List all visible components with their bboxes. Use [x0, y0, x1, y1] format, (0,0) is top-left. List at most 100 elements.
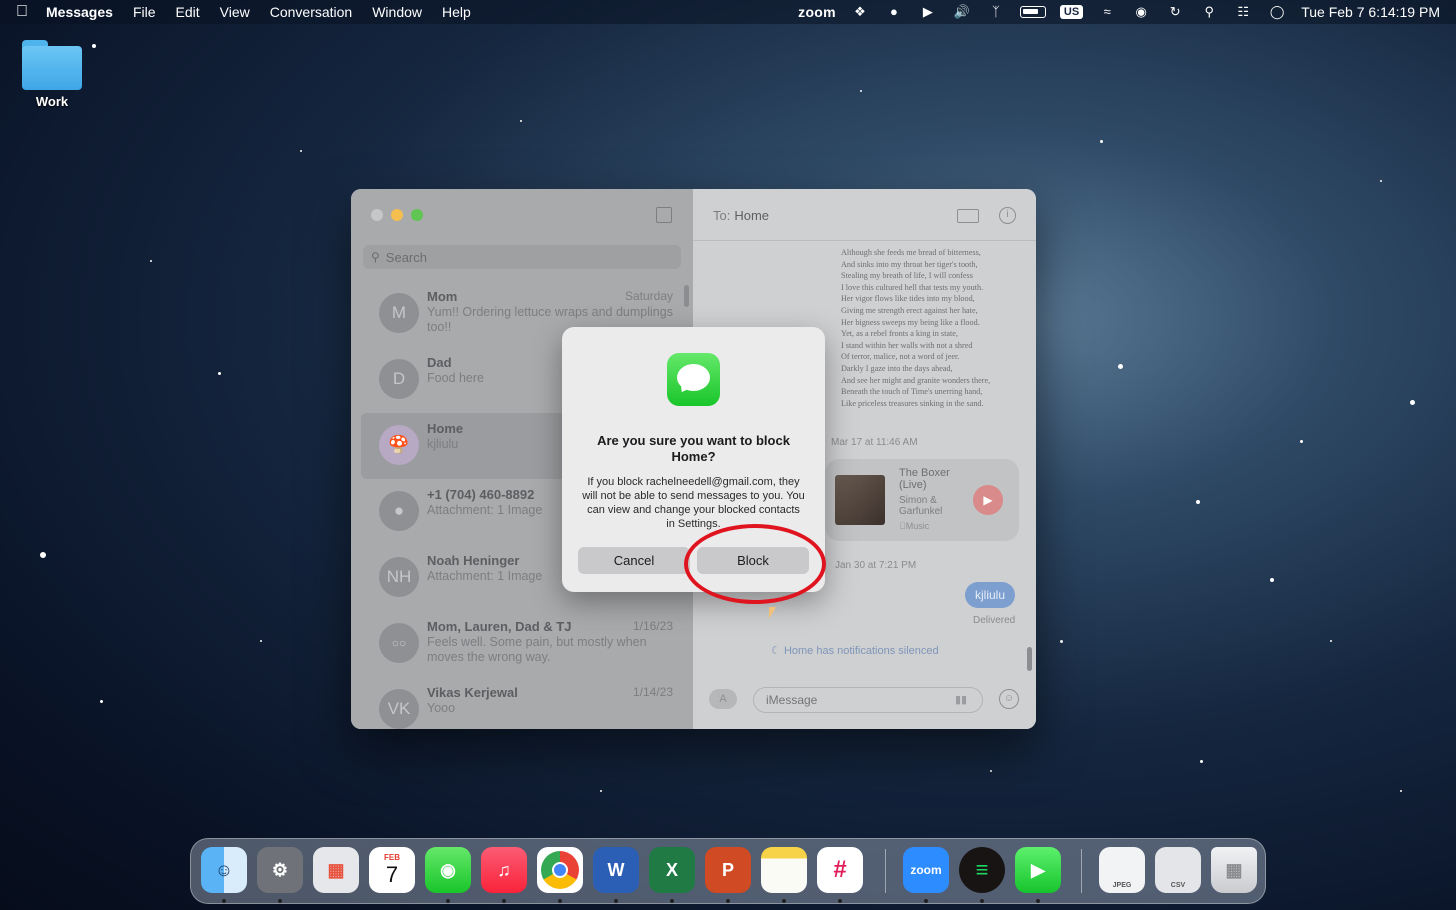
zoom-button[interactable]: [411, 209, 423, 221]
song-title: The Boxer (Live): [899, 467, 950, 491]
bluetooth-icon[interactable]: ᛉ: [986, 4, 1006, 20]
powerpoint-icon[interactable]: P: [705, 847, 751, 893]
input-source-badge[interactable]: US: [1059, 5, 1084, 19]
mouse-cursor-icon: [769, 607, 776, 619]
message-preview: Feels well. Some pain, but mostly when m…: [427, 635, 647, 664]
info-icon[interactable]: i: [999, 207, 1016, 224]
delivered-status: Delivered: [973, 615, 1016, 626]
cancel-button[interactable]: Cancel: [578, 547, 690, 574]
zoom-status-item[interactable]: zoom: [798, 4, 836, 20]
menu-window[interactable]: Window: [362, 4, 432, 20]
calendar-month: FEB: [384, 852, 400, 862]
word-icon[interactable]: W: [593, 847, 639, 893]
dialog-title: Are you sure you want to block Home?: [597, 433, 790, 464]
chat-header: To: Home i: [693, 189, 1036, 241]
conversation-item[interactable]: ○○ Mom, Lauren, Dad & TJ Feels well. Som…: [351, 611, 693, 677]
conversation-item[interactable]: VK Vikas Kerjewal Yooo 1/14/23: [351, 677, 693, 729]
emoji-icon[interactable]: ☺: [999, 689, 1019, 709]
time-machine-icon[interactable]: ↻: [1165, 4, 1185, 20]
song-artist: Simon & Garfunkel: [899, 495, 943, 517]
desktop-folder-work[interactable]: Work: [16, 38, 88, 109]
message-preview: Yooo: [427, 701, 456, 715]
music-icon[interactable]: ♫: [481, 847, 527, 893]
folder-label: Work: [35, 94, 69, 109]
avatar: M: [379, 293, 419, 333]
play-circle-icon[interactable]: ▶: [918, 4, 938, 20]
folder-icon: [22, 38, 82, 90]
dialog-message: If you block rachelneedell@gmail.com, th…: [582, 476, 805, 530]
menu-edit[interactable]: Edit: [166, 4, 210, 20]
calendar-day: 7: [385, 861, 399, 887]
highlight-circle-annotation: [684, 524, 826, 604]
chat-scrollbar[interactable]: [1027, 647, 1032, 671]
album-art: [835, 475, 885, 525]
conversation-time: 1/16/23: [632, 619, 673, 633]
wifi-icon[interactable]: ≈: [1097, 4, 1117, 20]
search-field[interactable]: ⚲ Search: [363, 245, 681, 269]
avatar: NH: [379, 557, 419, 597]
dropbox-icon[interactable]: ❖: [850, 4, 870, 20]
music-source: Music: [899, 521, 929, 531]
menu-clock[interactable]: Tue Feb 7 6:14:19 PM: [1301, 4, 1440, 20]
jpeg-file-icon[interactable]: JPEG: [1099, 847, 1145, 893]
moon-icon: ☾: [771, 645, 781, 657]
search-icon: ⚲: [371, 250, 380, 264]
battery-icon[interactable]: [1019, 6, 1046, 18]
menu-bar:  Messages File Edit View Conversation W…: [0, 0, 1456, 24]
menu-app-name[interactable]: Messages: [44, 4, 123, 20]
facetime-icon[interactable]: ▶: [1015, 847, 1061, 893]
csv-file-icon[interactable]: CSV: [1155, 847, 1201, 893]
avatar: D: [379, 359, 419, 399]
recipient-name: Home: [734, 208, 770, 223]
siri-icon[interactable]: ◯: [1267, 4, 1287, 20]
menu-conversation[interactable]: Conversation: [260, 4, 363, 20]
finder-icon[interactable]: ☺: [201, 847, 247, 893]
compose-icon[interactable]: [656, 207, 672, 223]
dock: ☺ ⚙ ▦ FEB 7 ◉ ♫ W X P # zoom ≡ ▶ JPEG CS…: [190, 838, 1266, 904]
system-settings-icon[interactable]: ⚙: [257, 847, 303, 893]
messages-dock-icon[interactable]: ◉: [425, 847, 471, 893]
slack-icon[interactable]: #: [817, 847, 863, 893]
video-call-icon[interactable]: [957, 209, 979, 223]
minimize-button[interactable]: [391, 209, 403, 221]
excel-icon[interactable]: X: [649, 847, 695, 893]
chrome-icon[interactable]: [537, 847, 583, 893]
menu-file[interactable]: File: [123, 4, 166, 20]
apple-menu-icon[interactable]: : [0, 3, 44, 21]
user-icon[interactable]: ●: [884, 4, 904, 20]
spotlight-search-icon[interactable]: ⚲: [1199, 4, 1219, 20]
launchpad-icon[interactable]: ▦: [313, 847, 359, 893]
notifications-silenced-note: ☾ Home has notifications silenced: [771, 645, 939, 657]
notes-icon[interactable]: [761, 847, 807, 893]
volume-icon[interactable]: 🔊: [952, 4, 972, 20]
audio-waveform-icon[interactable]: ▮▮: [955, 693, 967, 706]
message-timestamp: Mar 17 at 11:46 AM: [831, 437, 918, 448]
person-avatar-icon: ●: [379, 491, 419, 531]
poem-image: Although she feeds me bread of bitternes…: [841, 248, 991, 408]
play-button[interactable]: ▶: [973, 485, 1003, 515]
close-button[interactable]: [371, 209, 383, 221]
messages-app-icon: [667, 353, 720, 406]
group-avatar-icon: ○○: [379, 623, 419, 663]
sent-message-bubble[interactable]: kjliulu: [965, 582, 1016, 608]
recipient-field[interactable]: To: Home: [713, 208, 769, 223]
spotify-icon[interactable]: ≡: [959, 847, 1005, 893]
imessage-input[interactable]: [753, 687, 983, 713]
message-timestamp: Jan 30 at 7:21 PM: [835, 560, 917, 571]
trash-icon[interactable]: ▦: [1211, 847, 1257, 893]
calendar-icon[interactable]: FEB 7: [369, 847, 415, 893]
control-center-icon[interactable]: ☷: [1233, 4, 1253, 20]
conversation-time: Saturday: [624, 289, 673, 303]
music-share-card[interactable]: The Boxer (Live) Simon & Garfunkel Musi…: [825, 459, 1019, 541]
menu-view[interactable]: View: [210, 4, 260, 20]
window-controls: [371, 209, 423, 221]
avatar: VK: [379, 689, 419, 729]
apple-logo-icon: : [899, 521, 906, 531]
menu-help[interactable]: Help: [432, 4, 481, 20]
zoom-dock-icon[interactable]: zoom: [903, 847, 949, 893]
conversation-time: 1/14/23: [632, 685, 673, 699]
to-label: To:: [713, 208, 731, 223]
app-store-icon[interactable]: A: [709, 689, 737, 709]
account-icon[interactable]: ◉: [1131, 4, 1151, 20]
search-placeholder: Search: [385, 249, 427, 265]
